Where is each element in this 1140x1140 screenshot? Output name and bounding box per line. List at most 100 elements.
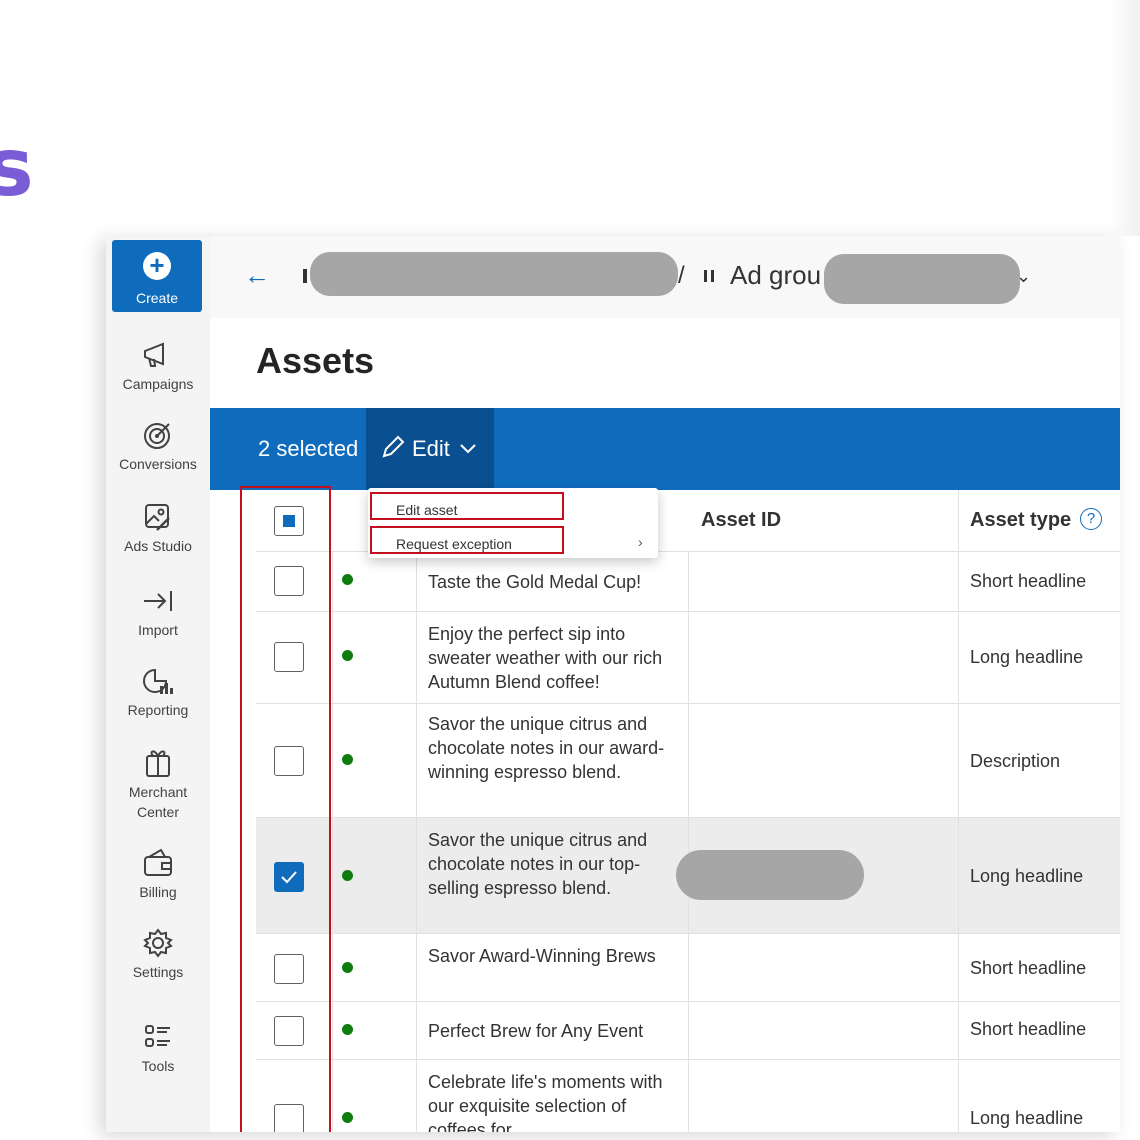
table-row[interactable]: Perfect Brew for Any Event Short headlin… (256, 1002, 1120, 1060)
help-icon[interactable]: ? (1080, 508, 1102, 530)
asset-text[interactable]: Savor Award-Winning Brews (428, 944, 678, 968)
breadcrumb-ad-group[interactable]: Ad grou (730, 260, 821, 291)
highlight-checkbox-column (240, 486, 331, 1132)
edit-button[interactable]: Edit (366, 408, 494, 490)
column-divider (416, 552, 417, 611)
column-divider (688, 1002, 689, 1059)
breadcrumb: ← / Ad grou ⌄ (210, 236, 1120, 318)
status-active-icon (342, 754, 353, 765)
column-divider (416, 612, 417, 703)
selected-count: 2 selected (258, 436, 359, 461)
sidebar-item-conversions[interactable]: Conversions (106, 420, 210, 474)
chevron-down-icon (460, 444, 476, 454)
sidebar-item-merchant-center[interactable]: Merchant Center (106, 746, 210, 822)
asset-text[interactable]: Enjoy the perfect sip into sweater weath… (428, 622, 678, 694)
breadcrumb-separator: / (678, 262, 685, 289)
redacted-campaign-name (310, 252, 678, 296)
asset-text[interactable]: Savor the unique citrus and chocolate no… (428, 828, 678, 900)
asset-text[interactable]: Celebrate life's moments with our exquis… (428, 1070, 678, 1132)
asset-text[interactable]: Perfect Brew for Any Event (428, 1019, 678, 1043)
heading-glyph: s (0, 121, 34, 214)
sidebar-item-billing[interactable]: Billing (106, 848, 210, 902)
sidebar-item-label: Conversions (119, 456, 197, 472)
asset-type: Description (970, 751, 1061, 771)
column-divider (688, 704, 689, 817)
image-edit-icon (145, 504, 170, 531)
table-row[interactable]: Taste the Gold Medal Cup! Short headline (256, 552, 1120, 612)
column-divider (416, 1002, 417, 1059)
sidebar-item-import[interactable]: Import (106, 586, 210, 640)
sidebar-item-label: Campaigns (122, 376, 194, 392)
column-divider (332, 1002, 333, 1059)
column-divider (958, 490, 959, 551)
asset-text[interactable]: Savor the unique citrus and chocolate no… (428, 712, 678, 784)
edit-dropdown-menu: Edit asset Request exception › (368, 488, 658, 558)
sidebar-item-ads-studio[interactable]: Ads Studio (106, 502, 210, 556)
asset-type: Short headline (970, 571, 1087, 591)
asset-type: Long headline (970, 647, 1084, 667)
column-header-asset-type[interactable]: Asset type (970, 509, 1071, 532)
column-divider (958, 1060, 959, 1132)
arrow-to-bar-icon (144, 591, 172, 611)
column-header-asset-id[interactable]: Asset ID (701, 509, 781, 532)
create-label: Create (135, 290, 179, 306)
sidebar: + Create Campaigns Conversions Ads Studi… (106, 236, 210, 1132)
sidebar-item-label: Merchant Center (128, 784, 188, 820)
selection-toolbar: 2 selected Edit (210, 408, 1120, 490)
sidebar-item-label: Reporting (127, 702, 189, 718)
column-divider (416, 1060, 417, 1132)
sidebar-item-tools[interactable]: Tools (106, 1022, 210, 1076)
column-divider (958, 552, 959, 611)
column-divider (688, 552, 689, 611)
highlight-request-exception (370, 526, 564, 554)
pause-icon (704, 270, 714, 282)
back-arrow-icon[interactable]: ← (244, 260, 270, 291)
column-divider (332, 1060, 333, 1132)
asset-type: Short headline (970, 958, 1087, 978)
list-tools-icon (145, 1025, 170, 1047)
column-divider (958, 934, 959, 1001)
sidebar-item-reporting[interactable]: Reporting (106, 666, 210, 720)
asset-type: Long headline (970, 866, 1084, 886)
pencil-icon (382, 435, 405, 458)
chart-pie-icon (143, 668, 173, 694)
column-divider (416, 818, 417, 933)
table-row[interactable]: Celebrate life's moments with our exquis… (256, 1060, 1120, 1132)
asset-type: Short headline (970, 1019, 1087, 1039)
sidebar-item-label: Billing (139, 884, 177, 900)
status-active-icon (342, 1112, 353, 1123)
column-divider (416, 704, 417, 817)
sidebar-item-label: Tools (141, 1058, 175, 1074)
app-window: + Create Campaigns Conversions Ads Studi… (106, 236, 1120, 1132)
redacted-ad-group-name (824, 254, 1020, 304)
column-divider (958, 818, 959, 933)
column-divider (332, 704, 333, 817)
sidebar-item-label: Settings (132, 964, 184, 980)
table-row[interactable]: Savor Award-Winning Brews Short headline (256, 934, 1120, 1002)
sidebar-item-label: Import (138, 622, 178, 638)
status-active-icon (342, 870, 353, 881)
page-title: Assets (256, 340, 375, 381)
asset-type: Long headline (970, 1108, 1084, 1128)
highlight-edit-asset (370, 492, 564, 520)
status-active-icon (342, 1024, 353, 1035)
create-button[interactable]: + Create (112, 240, 202, 312)
column-divider (332, 934, 333, 1001)
sidebar-item-settings[interactable]: Settings (106, 928, 210, 982)
target-icon (144, 423, 170, 449)
table-row[interactable]: Enjoy the perfect sip into sweater weath… (256, 612, 1120, 704)
column-divider (688, 612, 689, 703)
column-divider (958, 704, 959, 817)
redacted-asset-id (676, 850, 864, 900)
gift-icon (146, 750, 170, 777)
column-divider (416, 934, 417, 1001)
chevron-down-icon[interactable]: ⌄ (1016, 266, 1031, 287)
sidebar-item-label: Ads Studio (124, 538, 192, 554)
table-row-selected[interactable]: Savor the unique citrus and chocolate no… (256, 818, 1120, 934)
chevron-right-icon: › (638, 534, 643, 550)
asset-text[interactable]: Taste the Gold Medal Cup! (428, 570, 678, 594)
table-row[interactable]: Savor the unique citrus and chocolate no… (256, 704, 1120, 818)
status-active-icon (342, 574, 353, 585)
column-divider (332, 818, 333, 933)
sidebar-item-campaigns[interactable]: Campaigns (106, 340, 210, 394)
